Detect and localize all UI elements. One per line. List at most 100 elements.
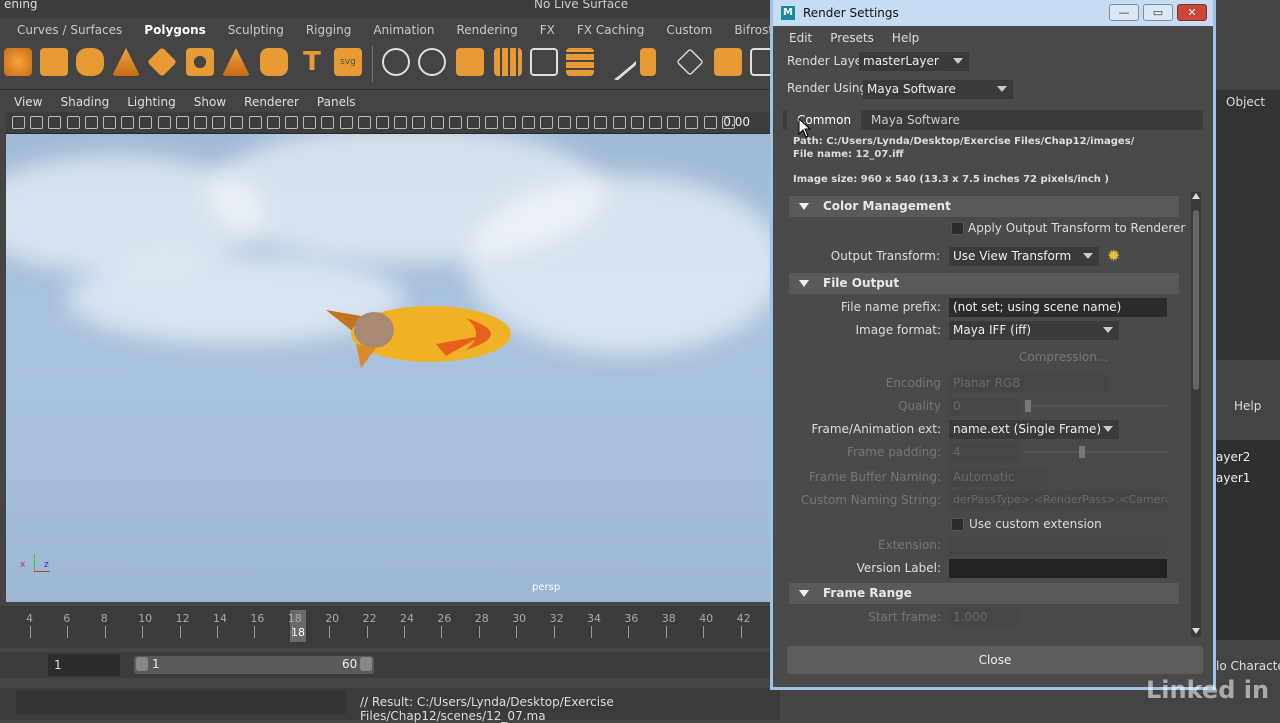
panel-tool-icon[interactable]: [103, 116, 116, 129]
panel-tool-icon[interactable]: [321, 116, 335, 129]
panel-tool-icon[interactable]: [703, 116, 717, 129]
rs-menu-help[interactable]: Help: [892, 31, 919, 45]
frame-padding-handle[interactable]: [1079, 446, 1085, 458]
render-using-dropdown[interactable]: Maya Software: [863, 80, 1013, 99]
plane-icon[interactable]: [147, 47, 177, 77]
panel-tool-icon[interactable]: [503, 116, 517, 129]
shelf-tab-sculpting[interactable]: Sculpting: [217, 23, 295, 37]
panel-tool-icon[interactable]: [84, 116, 98, 129]
extrude-icon[interactable]: [566, 48, 594, 76]
shelf-tab-rigging[interactable]: Rigging: [295, 23, 362, 37]
panel-tool-icon[interactable]: [175, 116, 189, 129]
time-slider[interactable]: 18 4 6 8 10 12 14 16 18 20 22 24 26 28 30 32 34 36 38 40 42: [0, 606, 770, 648]
quality-field[interactable]: 0: [949, 397, 1019, 416]
compression-button[interactable]: Compression...: [1019, 350, 1108, 364]
panel-tool-icon[interactable]: [448, 116, 462, 129]
cylinder-icon[interactable]: [76, 48, 104, 76]
image-format-dropdown[interactable]: Maya IFF (iff): [949, 321, 1119, 340]
panel-tool-icon[interactable]: [212, 116, 226, 129]
shelf-tab-rendering[interactable]: Rendering: [446, 23, 529, 37]
shelf-tab-polygons[interactable]: Polygons: [133, 23, 217, 37]
layer1-item[interactable]: ayer1: [1216, 471, 1250, 485]
append-icon[interactable]: [714, 48, 742, 76]
shelf-tab-fx[interactable]: FX: [529, 23, 566, 37]
multi-cut-icon[interactable]: [598, 42, 638, 82]
cube-icon[interactable]: [40, 48, 68, 76]
shelf-tab-curves-surfaces[interactable]: Curves / Surfaces: [6, 23, 133, 37]
frame-range-header[interactable]: Frame Range: [789, 583, 1179, 604]
fill-hole-icon[interactable]: [676, 48, 704, 76]
panel-tool-icon[interactable]: [521, 116, 535, 129]
panel-tool-icon[interactable]: [285, 116, 298, 129]
shelf-tab-animation[interactable]: Animation: [362, 23, 445, 37]
panel-tool-icon[interactable]: [576, 116, 590, 129]
panel-tool-icon[interactable]: [357, 116, 371, 129]
workspace-selector[interactable]: ening: [4, 0, 38, 11]
panel-tool-icon[interactable]: [485, 116, 499, 129]
scrollbar-thumb[interactable]: [1193, 210, 1199, 390]
panel-tool-icon[interactable]: [248, 116, 262, 129]
scroll-up-icon[interactable]: [1192, 193, 1200, 199]
render-layer-dropdown[interactable]: masterLayer: [859, 52, 969, 71]
start-frame-field[interactable]: 1.000: [949, 608, 1019, 627]
panel-tool-icon[interactable]: [558, 116, 571, 129]
panel-tool-icon[interactable]: [594, 116, 608, 129]
type-icon[interactable]: T: [298, 48, 326, 76]
mirror-icon[interactable]: [456, 48, 484, 76]
panel-tool-icon[interactable]: [630, 116, 644, 129]
close-window-button[interactable]: ✕: [1177, 4, 1207, 21]
apply-output-checkbox[interactable]: [951, 222, 964, 235]
bridge-icon[interactable]: [530, 48, 558, 76]
bevel-icon[interactable]: [640, 48, 656, 76]
file-name-prefix-input[interactable]: (not set; using scene name): [949, 298, 1167, 317]
panel-tool-icon[interactable]: [685, 116, 699, 129]
minimize-button[interactable]: —: [1109, 4, 1139, 21]
panel-tool-icon[interactable]: [266, 116, 280, 129]
custom-extension-checkbox[interactable]: [951, 518, 964, 531]
help-label[interactable]: Help: [1234, 399, 1261, 413]
panel-tool-icon[interactable]: [539, 116, 553, 129]
panel-tool-icon[interactable]: [121, 116, 135, 129]
panel-tool-icon[interactable]: [30, 116, 44, 129]
torus-icon[interactable]: [186, 48, 214, 76]
gear-icon[interactable]: ✹: [1107, 247, 1120, 265]
panel-menu-show[interactable]: Show: [194, 95, 226, 109]
mel-input[interactable]: [16, 690, 346, 714]
close-button[interactable]: Close: [787, 646, 1203, 674]
smooth-icon[interactable]: [494, 48, 522, 76]
frame-buffer-naming-dropdown[interactable]: Automatic: [949, 468, 1049, 487]
panel-tool-icon[interactable]: [376, 116, 389, 129]
panel-menu-shading[interactable]: Shading: [60, 95, 109, 109]
custom-naming-input[interactable]: derPassType>:<RenderPass>.<Camera>: [949, 491, 1167, 510]
range-start-handle[interactable]: [136, 657, 148, 671]
range-slider[interactable]: 1 60: [134, 656, 374, 674]
rs-menu-presets[interactable]: Presets: [830, 31, 874, 45]
panel-tool-icon[interactable]: [339, 116, 353, 129]
panel-tool-icon[interactable]: [194, 116, 207, 129]
panel-tool-icon[interactable]: [139, 116, 153, 129]
shelf-tab-custom[interactable]: Custom: [655, 23, 723, 37]
panel-tool-icon[interactable]: [430, 116, 444, 129]
panel-tool-icon[interactable]: [230, 116, 244, 129]
extension-input[interactable]: [949, 536, 1167, 555]
panel-tool-icon[interactable]: [721, 116, 735, 129]
panel-tool-icon[interactable]: [66, 116, 80, 129]
sphere-icon[interactable]: [4, 48, 32, 76]
perspective-viewport[interactable]: x z persp: [6, 134, 770, 602]
panel-menu-panels[interactable]: Panels: [317, 95, 356, 109]
layer2-item[interactable]: ayer2: [1216, 450, 1250, 464]
encoding-dropdown[interactable]: Planar RGB: [949, 374, 1109, 393]
panel-menu-lighting[interactable]: Lighting: [127, 95, 176, 109]
cone-icon[interactable]: [112, 48, 140, 76]
panel-tool-icon[interactable]: [412, 116, 426, 129]
frame-padding-field[interactable]: 4: [949, 443, 1019, 462]
quality-slider-handle[interactable]: [1025, 400, 1031, 412]
panel-tool-icon[interactable]: [649, 116, 662, 129]
panel-tool-icon[interactable]: [612, 116, 626, 129]
color-management-header[interactable]: Color Management: [789, 196, 1179, 217]
pyramid-icon[interactable]: [222, 48, 250, 76]
combine-icon[interactable]: [382, 48, 410, 76]
range-end-handle[interactable]: [360, 657, 372, 671]
rocket-model[interactable]: [316, 296, 536, 376]
svg-icon[interactable]: svg: [334, 48, 362, 76]
